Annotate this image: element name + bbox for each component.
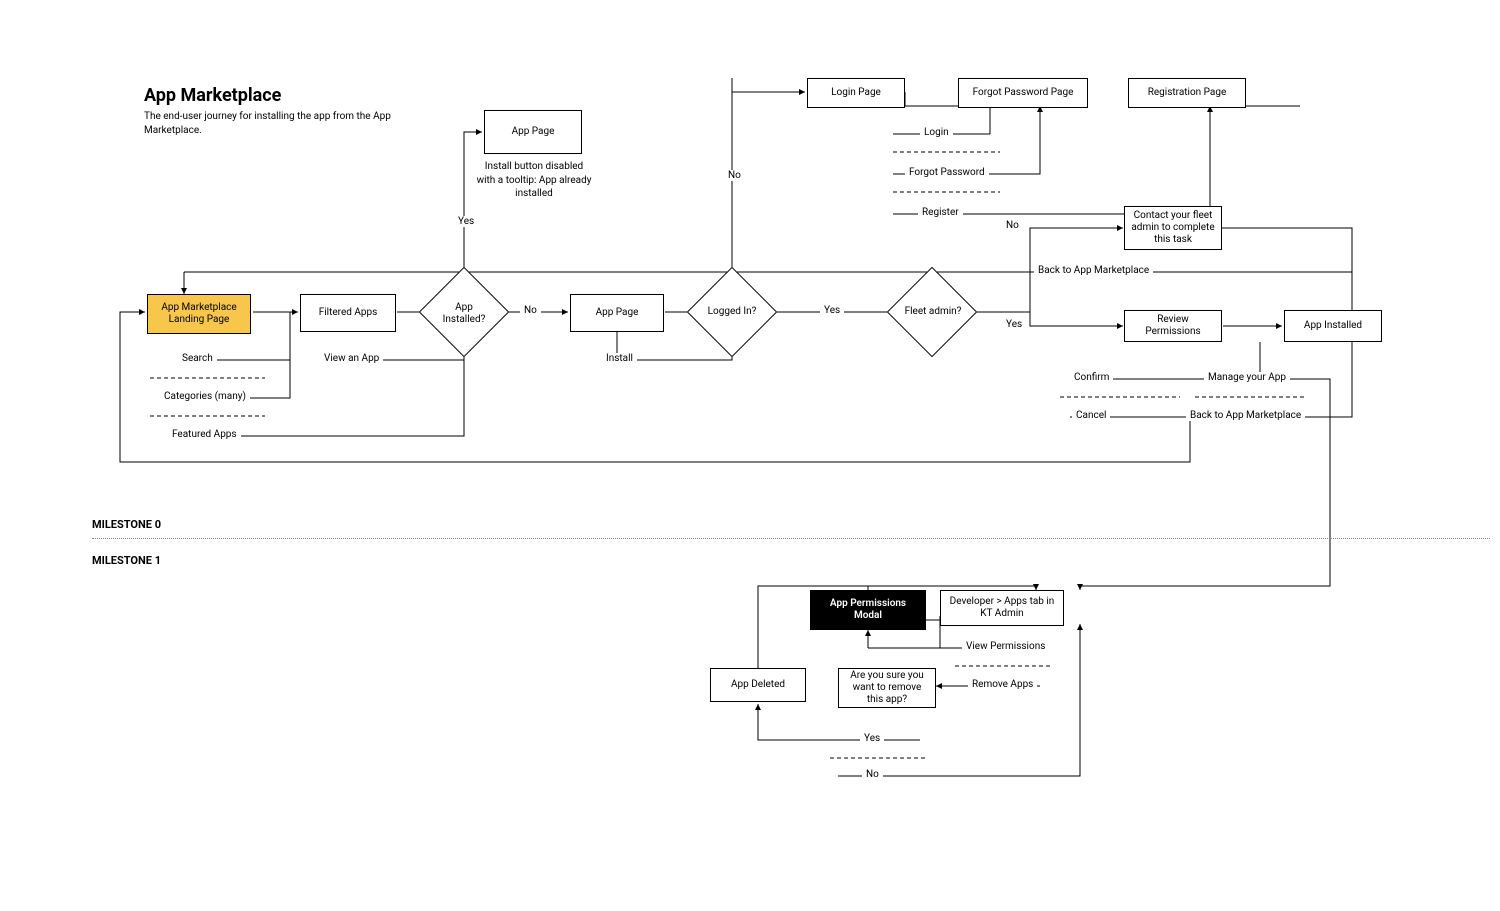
node-kt-admin: Developer > Apps tab in KT Admin xyxy=(940,590,1064,626)
node-landing-page: App Marketplace Landing Page xyxy=(147,294,251,334)
node-app-page-mid: App Page xyxy=(570,294,664,332)
label-no-installed: No xyxy=(520,305,541,316)
node-filtered-apps: Filtered Apps xyxy=(300,294,396,332)
node-login-page: Login Page xyxy=(807,78,905,108)
decision-logged-in-label: Logged In? xyxy=(702,306,762,318)
node-review-permissions: Review Permissions xyxy=(1124,310,1222,342)
label-yes-remove: Yes xyxy=(860,733,884,744)
label-view-an-app: View an App xyxy=(320,353,383,364)
milestone-1: MILESTONE 1 xyxy=(92,554,161,567)
label-no-fleet-admin: No xyxy=(1002,220,1023,231)
node-registration-page: Registration Page xyxy=(1128,78,1246,108)
node-app-permissions-modal: App Permissions Modal xyxy=(810,590,926,630)
label-remove-apps: Remove Apps xyxy=(968,679,1037,690)
label-search: Search xyxy=(178,353,217,364)
label-confirm: Confirm xyxy=(1070,372,1113,383)
diagram-title: App Marketplace xyxy=(144,85,281,106)
label-no-logged-in: No xyxy=(724,170,745,181)
label-login: Login xyxy=(920,127,953,138)
label-register: Register xyxy=(918,207,963,218)
label-yes-installed: Yes xyxy=(454,216,478,227)
label-categories: Categories (many) xyxy=(160,391,250,402)
label-yes-logged-in: Yes xyxy=(820,305,844,316)
label-no-remove: No xyxy=(862,769,883,780)
label-manage-your-app: Manage your App xyxy=(1204,372,1290,383)
label-cancel: Cancel xyxy=(1072,410,1110,421)
note-app-page-top: Install button disabled with a tooltip: … xyxy=(475,160,593,201)
label-back-marketplace-bottom: Back to App Marketplace xyxy=(1186,410,1305,421)
node-app-deleted: App Deleted xyxy=(710,668,806,702)
milestone-0: MILESTONE 0 xyxy=(92,518,161,531)
node-are-you-sure: Are you sure you want to remove this app… xyxy=(838,668,936,708)
node-forgot-password-page: Forgot Password Page xyxy=(958,78,1088,108)
node-contact-admin: Contact your fleet admin to complete thi… xyxy=(1124,206,1222,250)
node-app-page-top: App Page xyxy=(484,110,582,154)
label-featured-apps: Featured Apps xyxy=(168,429,241,440)
decision-app-installed-label: App Installed? xyxy=(434,302,494,325)
node-app-installed: App Installed xyxy=(1284,310,1382,342)
label-forgot-password: Forgot Password xyxy=(905,167,989,178)
milestone-divider xyxy=(92,538,1490,539)
decision-fleet-admin-label: Fleet admin? xyxy=(903,306,963,318)
diagram-description: The end-user journey for installing the … xyxy=(144,110,424,137)
label-back-marketplace-top: Back to App Marketplace xyxy=(1034,265,1153,276)
label-yes-fleet-admin: Yes xyxy=(1002,319,1026,330)
label-view-permissions: View Permissions xyxy=(962,641,1049,652)
label-install: Install xyxy=(602,353,637,364)
